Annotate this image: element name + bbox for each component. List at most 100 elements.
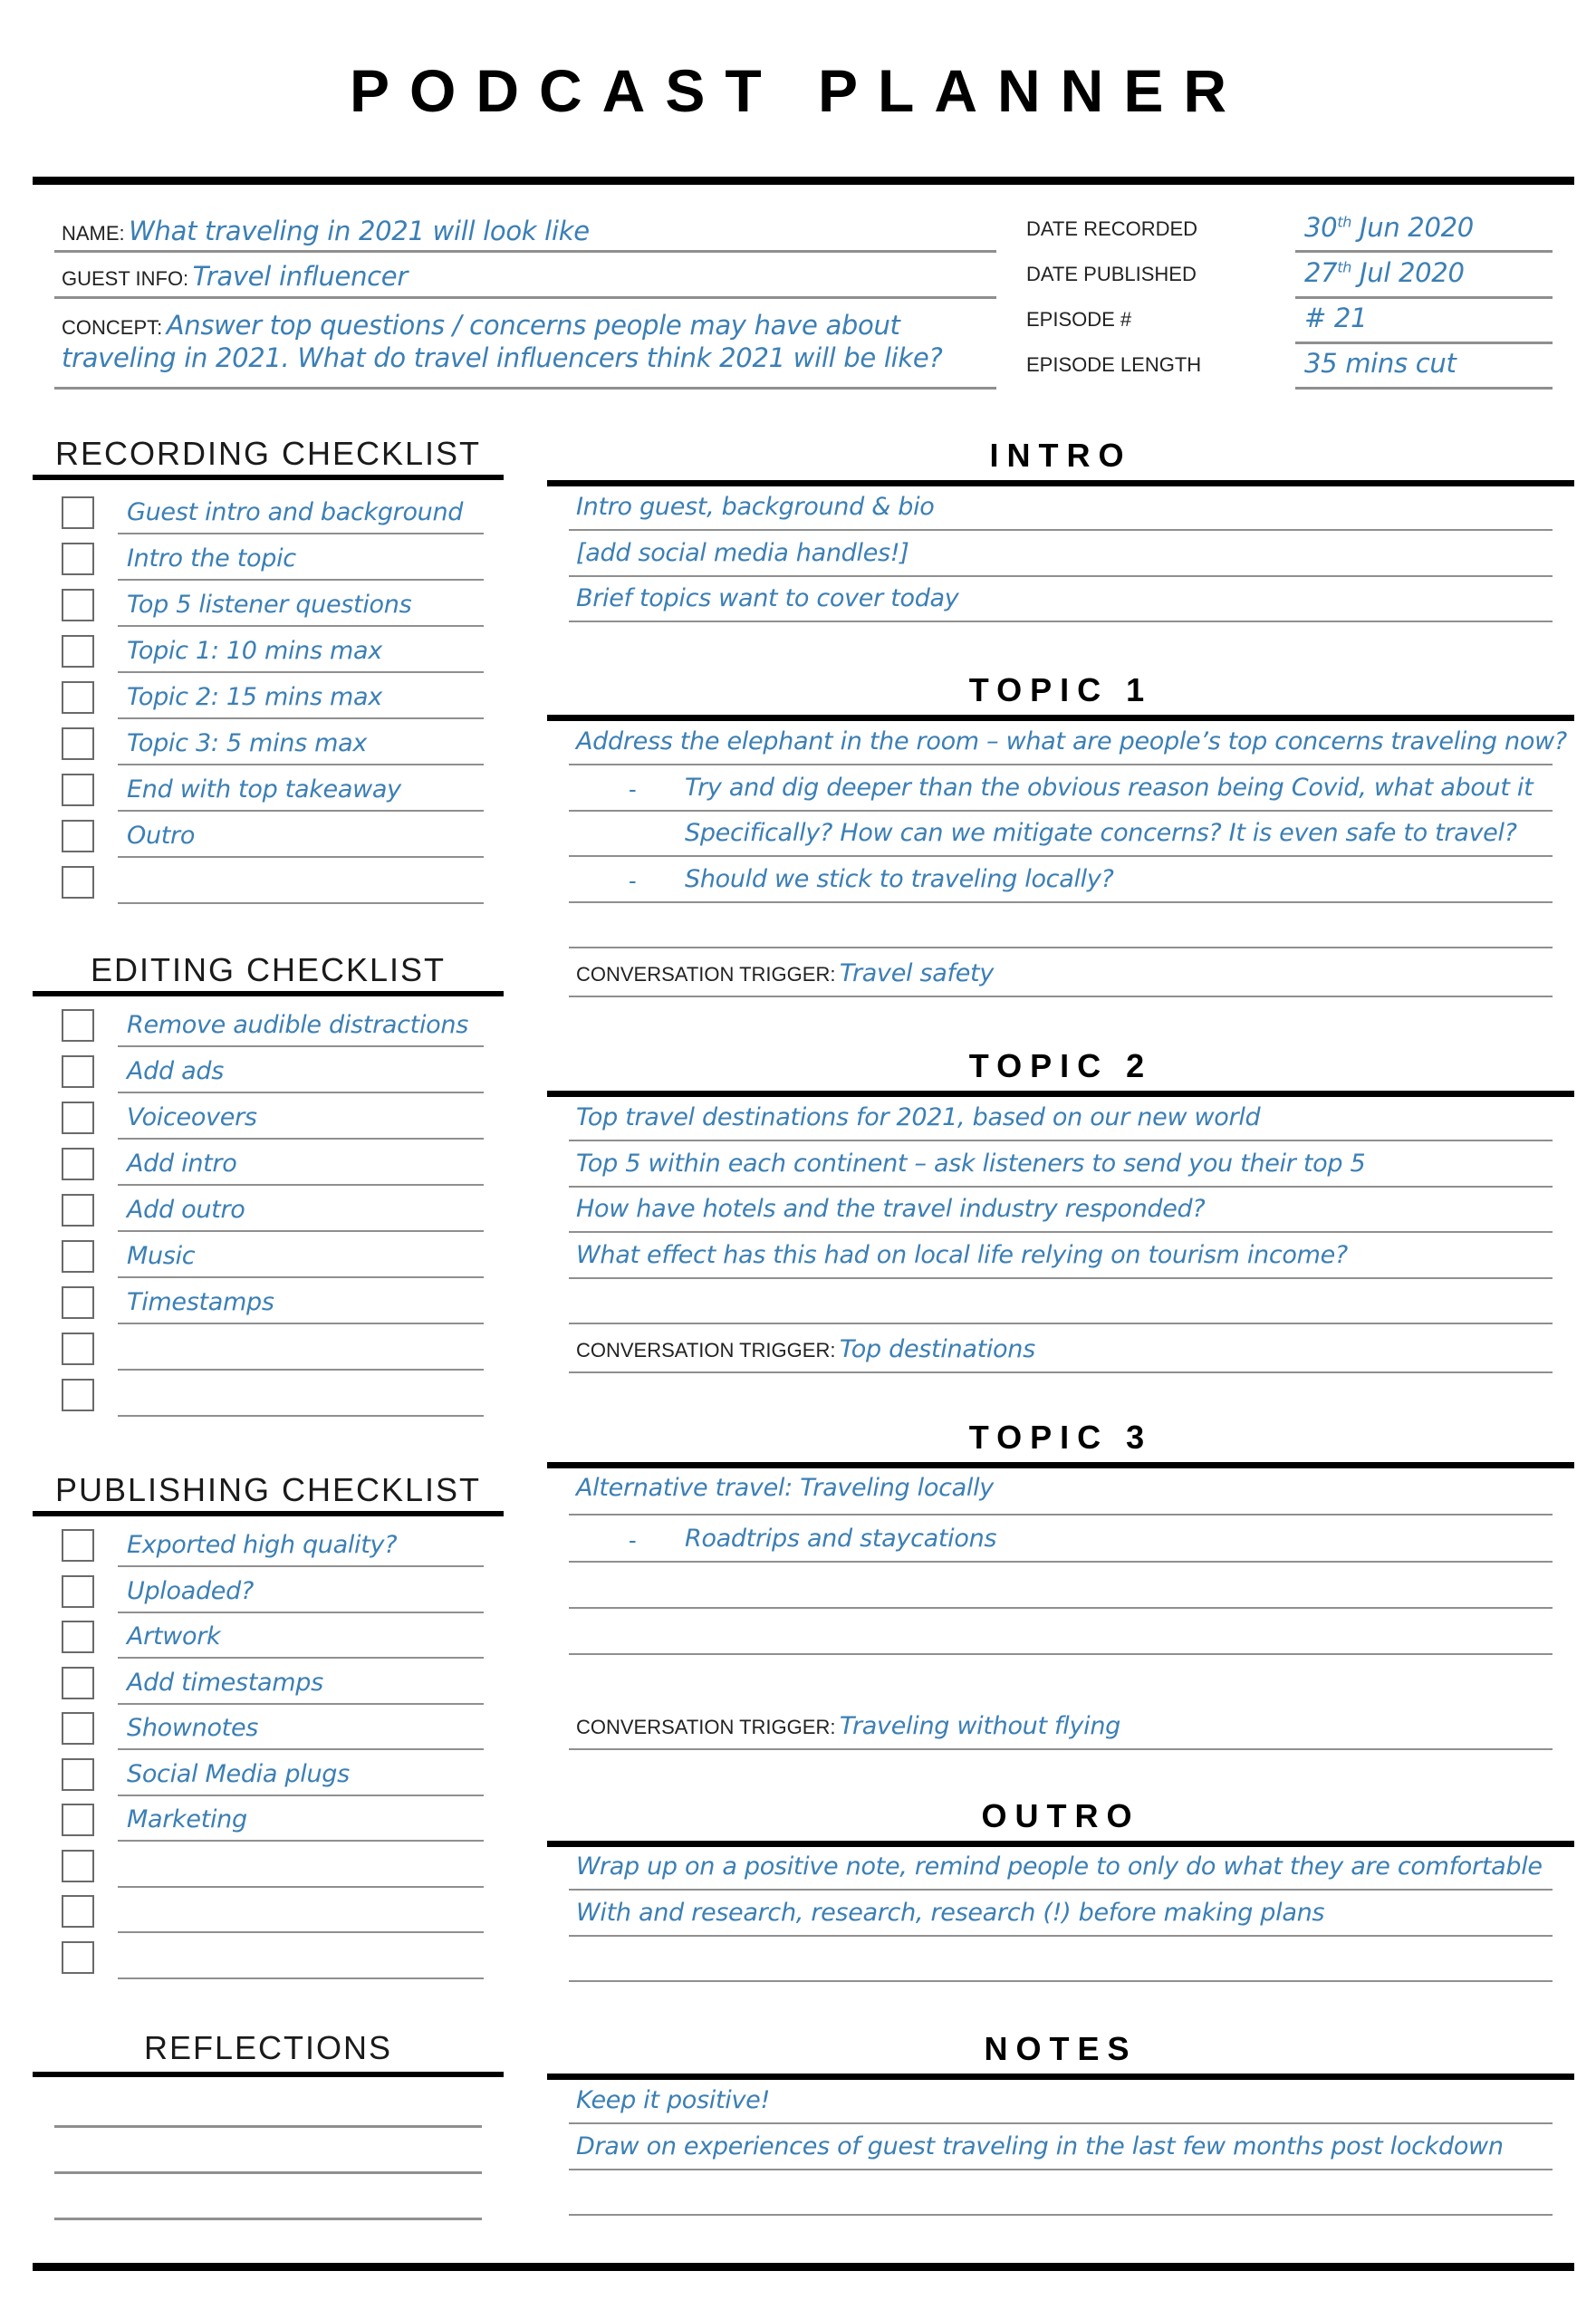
editing-checklist-checkbox[interactable] xyxy=(62,1333,94,1365)
topic-2-line[interactable]: How have hotels and the travel industry … xyxy=(569,1191,1553,1235)
topic-3-conversation-trigger[interactable]: CONVERSATION TRIGGER: Traveling without … xyxy=(569,1705,1553,1750)
editing-checklist-checkbox[interactable] xyxy=(62,1379,94,1411)
topic-2-line-underline xyxy=(569,1140,1553,1141)
publishing-checklist-checkbox[interactable] xyxy=(62,1621,94,1653)
recording-checklist-checkbox[interactable] xyxy=(62,866,94,899)
editing-checklist-item[interactable] xyxy=(62,1379,484,1419)
publishing-checklist-item[interactable]: Add timestamps xyxy=(62,1667,484,1707)
publishing-checklist-checkbox[interactable] xyxy=(62,1712,94,1745)
recording-checklist-checkbox[interactable] xyxy=(62,774,94,806)
publishing-checklist-item[interactable] xyxy=(62,1850,484,1890)
editing-checklist-checkbox[interactable] xyxy=(62,1102,94,1134)
editing-checklist-item[interactable]: Add ads xyxy=(62,1055,484,1095)
publishing-checklist-item[interactable] xyxy=(62,1941,484,1981)
recording-checklist-item[interactable]: Outro xyxy=(62,820,484,860)
editing-checklist-checkbox[interactable] xyxy=(62,1194,94,1227)
publishing-checklist-checkbox[interactable] xyxy=(62,1758,94,1791)
intro-line[interactable]: [add social media handles!] xyxy=(569,535,1553,579)
editing-checklist-item[interactable]: Voiceovers xyxy=(62,1102,484,1141)
topic-1-conversation-trigger[interactable]: CONVERSATION TRIGGER: Travel safety xyxy=(569,952,1553,997)
topic-1-line[interactable]: Specifically? How can we mitigate concer… xyxy=(569,815,1553,859)
recording-checklist-item[interactable]: End with top takeaway xyxy=(62,774,484,813)
episode-length-underline xyxy=(1295,387,1553,390)
topic-3-line[interactable] xyxy=(569,1613,1553,1657)
reflections-line[interactable] xyxy=(54,2218,482,2220)
publishing-checklist-checkbox[interactable] xyxy=(62,1575,94,1608)
publishing-checklist-item[interactable]: Artwork xyxy=(62,1621,484,1660)
recording-checklist-item[interactable]: Guest intro and background xyxy=(62,496,484,536)
concept-field[interactable]: CONCEPT: Answer top questions / concerns… xyxy=(62,310,943,373)
date-published-value[interactable]: 27th Jul 2020 xyxy=(1304,257,1465,288)
recording-checklist-checkbox[interactable] xyxy=(62,543,94,575)
publishing-checklist-checkbox[interactable] xyxy=(62,1529,94,1562)
recording-checklist-item[interactable]: Topic 3: 5 mins max xyxy=(62,727,484,767)
editing-checklist-item[interactable]: Add outro xyxy=(62,1194,484,1234)
recording-checklist-checkbox[interactable] xyxy=(62,496,94,529)
publishing-checklist-item[interactable] xyxy=(62,1895,484,1935)
intro-line[interactable]: Intro guest, background & bio xyxy=(569,489,1553,533)
topic-1-line-text: Specifically? How can we mitigate concer… xyxy=(685,819,1517,847)
outro-line[interactable] xyxy=(569,1940,1553,1984)
reflections-line[interactable] xyxy=(54,2171,482,2174)
editing-checklist-checkbox[interactable] xyxy=(62,1286,94,1319)
publishing-checklist-item[interactable]: Uploaded? xyxy=(62,1575,484,1615)
header-divider xyxy=(33,177,1574,185)
recording-checklist-item[interactable]: Topic 1: 10 mins max xyxy=(62,635,484,675)
topic-2-line[interactable]: Top 5 within each continent – ask listen… xyxy=(569,1146,1553,1189)
recording-checklist-item[interactable]: Intro the topic xyxy=(62,543,484,582)
editing-checklist-item[interactable]: Remove audible distractions xyxy=(62,1009,484,1049)
topic-1-line[interactable]: - Try and dig deeper than the obvious rea… xyxy=(569,770,1553,813)
guest-info-field[interactable]: GUEST INFO: Travel influencer xyxy=(62,261,408,292)
editing-checklist-checkbox[interactable] xyxy=(62,1240,94,1273)
recording-checklist-item[interactable] xyxy=(62,866,484,906)
topic-2-line[interactable] xyxy=(569,1283,1553,1326)
outro-line-text: Wrap up on a positive note, remind peopl… xyxy=(576,1852,1543,1881)
intro-line[interactable]: Brief topics want to cover today xyxy=(569,581,1553,624)
notes-line[interactable]: Keep it positive! xyxy=(569,2083,1553,2126)
recording-checklist-checkbox[interactable] xyxy=(62,681,94,714)
recording-checklist-checkbox[interactable] xyxy=(62,589,94,621)
publishing-checklist-item[interactable]: Social Media plugs xyxy=(62,1758,484,1798)
publishing-checklist-checkbox[interactable] xyxy=(62,1850,94,1882)
topic-2-conversation-trigger[interactable]: CONVERSATION TRIGGER: Top destinations xyxy=(569,1328,1553,1373)
topic-2-line[interactable]: What effect has this had on local life r… xyxy=(569,1237,1553,1281)
outro-line[interactable]: Wrap up on a positive note, remind peopl… xyxy=(569,1849,1553,1892)
editing-checklist-item[interactable]: Add intro xyxy=(62,1148,484,1188)
notes-line[interactable]: Draw on experiences of guest traveling i… xyxy=(569,2129,1553,2172)
publishing-checklist-item-underline xyxy=(118,1931,484,1933)
editing-checklist-checkbox[interactable] xyxy=(62,1055,94,1088)
recording-checklist-item[interactable]: Top 5 listener questions xyxy=(62,589,484,629)
date-recorded-value[interactable]: 30th Jun 2020 xyxy=(1304,212,1474,243)
recording-checklist-checkbox[interactable] xyxy=(62,635,94,668)
publishing-checklist-item[interactable]: Marketing xyxy=(62,1804,484,1843)
topic-3-line[interactable]: - Roadtrips and staycations xyxy=(569,1521,1553,1564)
editing-checklist-checkbox[interactable] xyxy=(62,1148,94,1180)
publishing-checklist-checkbox[interactable] xyxy=(62,1804,94,1836)
publishing-checklist-checkbox[interactable] xyxy=(62,1895,94,1928)
notes-line[interactable] xyxy=(569,2174,1553,2218)
recording-checklist-item[interactable]: Topic 2: 15 mins max xyxy=(62,681,484,721)
publishing-checklist-item[interactable]: Shownotes xyxy=(62,1712,484,1752)
name-field[interactable]: NAME: What traveling in 2021 will look l… xyxy=(62,216,590,246)
recording-checklist-checkbox[interactable] xyxy=(62,727,94,760)
editing-checklist-checkbox[interactable] xyxy=(62,1009,94,1042)
topic-1-line[interactable]: Address the elephant in the room – what … xyxy=(569,724,1567,767)
outro-line[interactable]: With and research, research, research (!… xyxy=(569,1895,1553,1939)
reflections-line[interactable] xyxy=(54,2125,482,2128)
topic-2-line[interactable]: Top travel destinations for 2021, based … xyxy=(569,1100,1553,1143)
episode-length-value[interactable]: 35 mins cut xyxy=(1304,348,1457,379)
topic-1-trigger-text: CONVERSATION TRIGGER: Travel safety xyxy=(576,959,994,987)
topic-2-trigger-value: Top destinations xyxy=(839,1335,1035,1363)
publishing-checklist-checkbox[interactable] xyxy=(62,1941,94,1974)
publishing-checklist-item[interactable]: Exported high quality? xyxy=(62,1529,484,1569)
editing-checklist-item[interactable]: Timestamps xyxy=(62,1286,484,1326)
episode-number-value[interactable]: # 21 xyxy=(1304,303,1368,333)
topic-3-line[interactable]: Alternative travel: Traveling locally xyxy=(569,1470,1553,1516)
publishing-checklist-checkbox[interactable] xyxy=(62,1667,94,1699)
topic-1-line[interactable]: - Should we stick to traveling locally? xyxy=(569,861,1553,905)
topic-3-line[interactable] xyxy=(569,1567,1553,1611)
editing-checklist-item[interactable]: Music xyxy=(62,1240,484,1280)
editing-checklist-item[interactable] xyxy=(62,1333,484,1372)
topic-1-line[interactable] xyxy=(569,907,1553,950)
recording-checklist-checkbox[interactable] xyxy=(62,820,94,852)
